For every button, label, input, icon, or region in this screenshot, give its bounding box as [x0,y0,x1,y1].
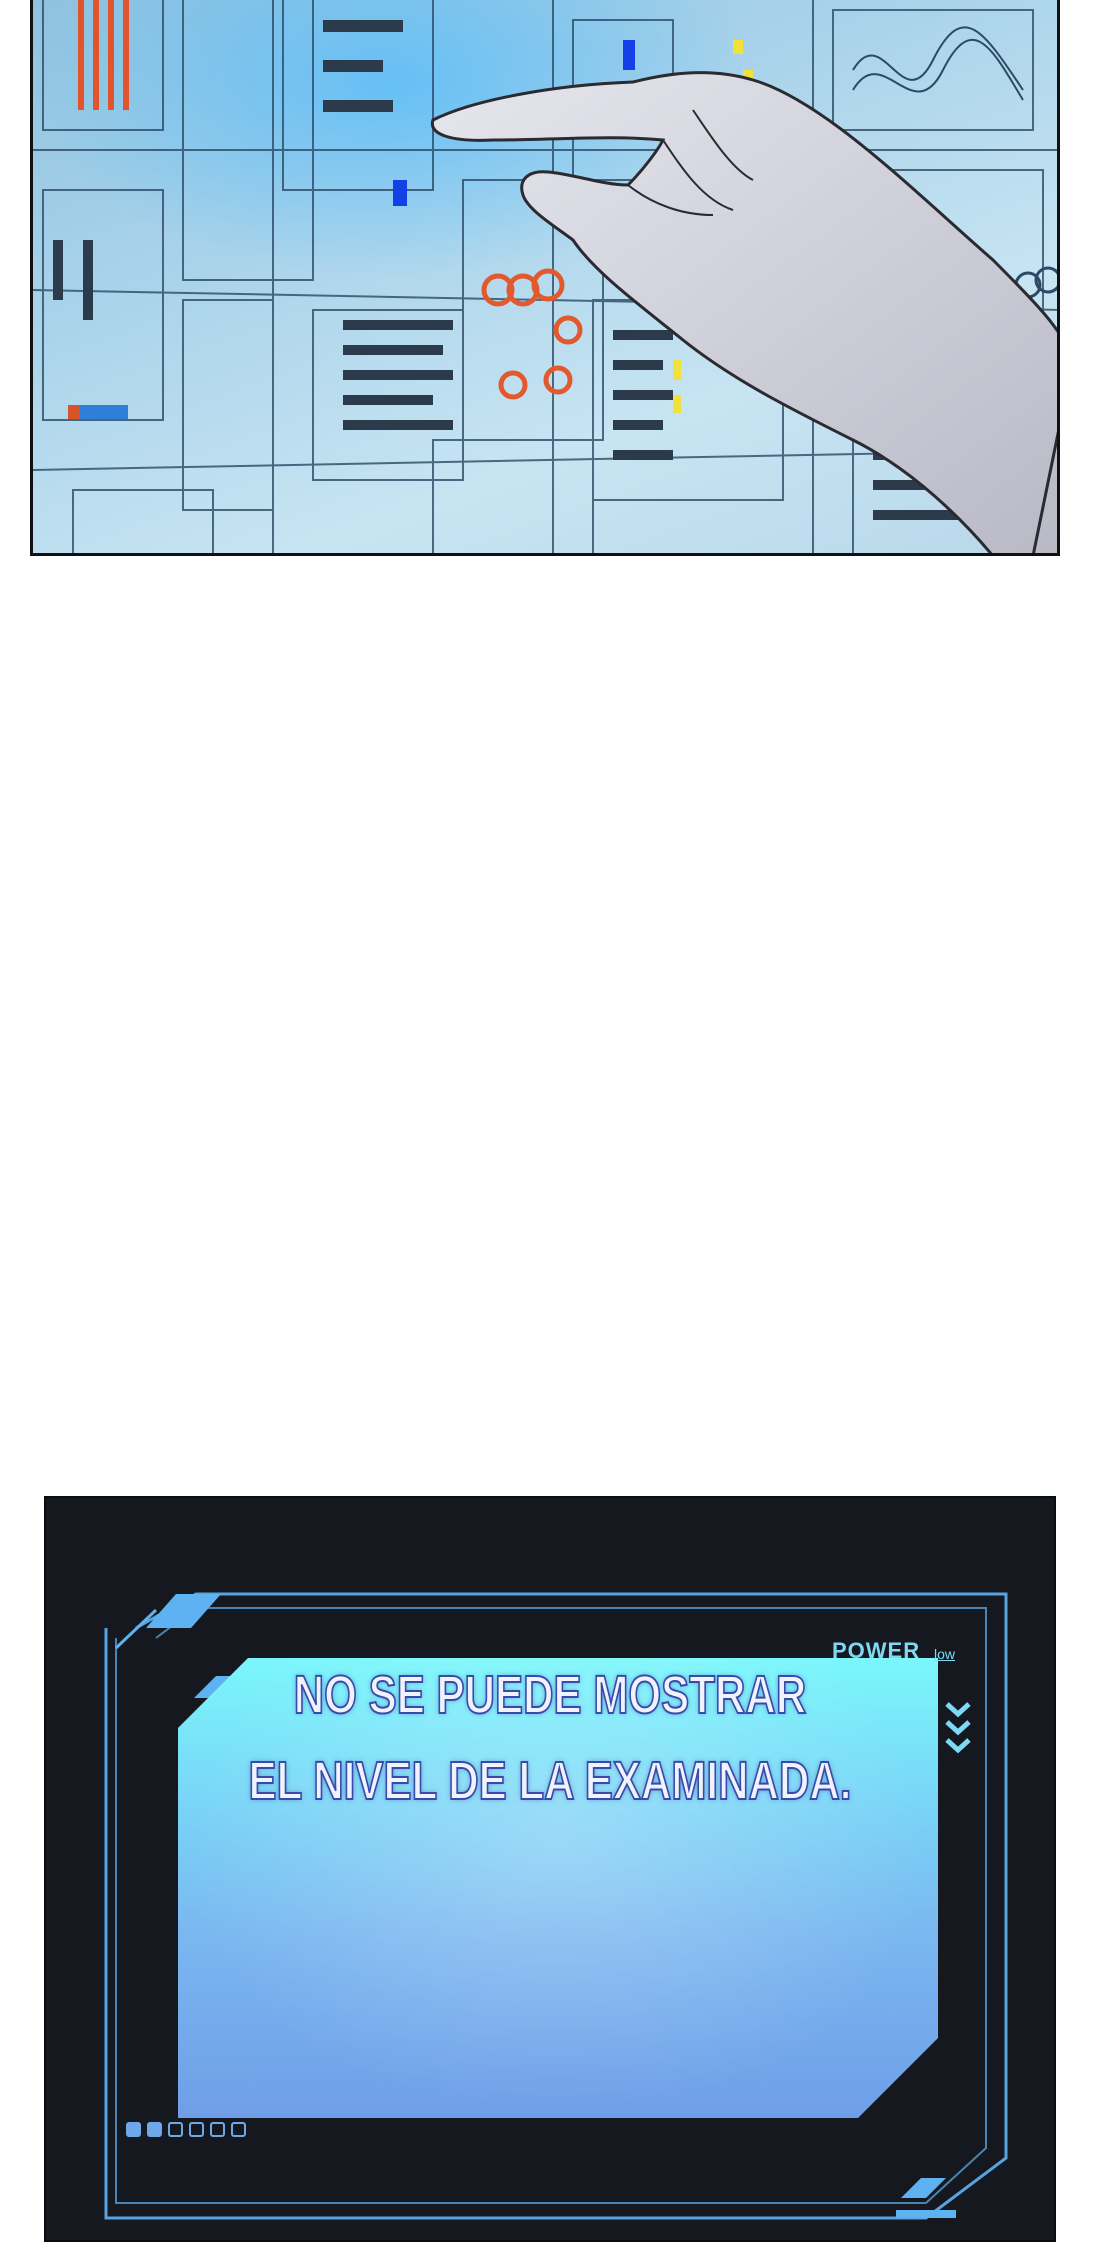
system-window-panel: NO SE PUEDE MOSTRAR EL NIVEL DE LA EXAMI… [44,1496,1056,2242]
message-line-1: NO SE PUEDE MOSTRAR [293,1664,807,1726]
circuit-board-panel [30,0,1060,556]
power-label: POWER [832,1638,921,1663]
page-indicator-dot [147,2122,162,2137]
circuit-board-illustration [33,0,1057,553]
screen-glow [178,1658,938,2118]
page-indicator [126,2122,246,2137]
panel-gutter [0,556,1099,1496]
page-indicator-dot [189,2122,204,2137]
message-line-2: EL NIVEL DE LA EXAMINADA. [248,1750,853,1812]
page-indicator-dot [210,2122,225,2137]
message-screen [178,1658,938,2118]
page-indicator-dot [126,2122,141,2137]
page-indicator-dot [231,2122,246,2137]
chevrons-down-icon [945,1702,971,1754]
power-level: low [934,1646,956,1662]
page-indicator-dot [168,2122,183,2137]
